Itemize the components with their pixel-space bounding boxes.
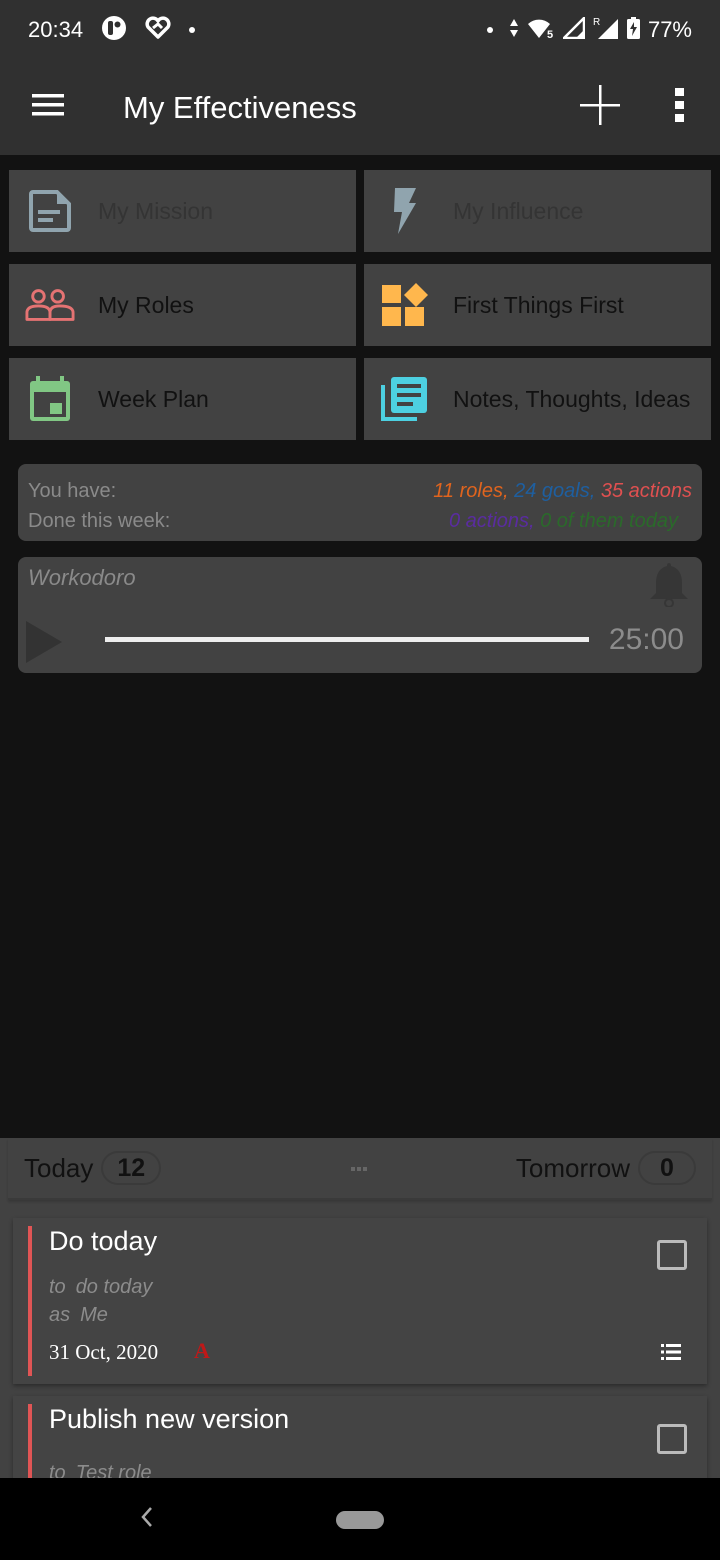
tile-first-things-first[interactable]: First Things First (364, 264, 711, 346)
actions-count[interactable]: 35 actions (601, 480, 692, 502)
task-goal: Test role (75, 1462, 152, 1478)
task-checkbox[interactable] (657, 1424, 687, 1454)
workodoro-title: Workodoro (28, 565, 136, 590)
tab-tomorrow[interactable]: Tomorrow 0 (516, 1151, 696, 1185)
lightning-icon (380, 186, 430, 236)
goals-count[interactable]: 24 goals, (514, 480, 595, 502)
tile-label: My Influence (453, 197, 584, 224)
library-books-icon (380, 374, 430, 424)
drag-handle[interactable] (351, 1167, 367, 1171)
priority-bar (28, 1226, 32, 1376)
back-chevron-icon[interactable] (138, 1504, 154, 1535)
roaming-signal-icon: R (593, 16, 619, 45)
task-priority: A (194, 1338, 210, 1363)
battery-charging-icon (626, 16, 640, 44)
bell-icon[interactable] (648, 561, 690, 612)
task-to: to Test role (49, 1462, 152, 1478)
widgets-icon (380, 280, 430, 330)
heart-icon (145, 15, 171, 45)
dot-icon (486, 27, 493, 33)
stats-card: You have: 11 roles, 24 goals, 35 actions… (18, 464, 702, 541)
app-notification-icon (101, 15, 127, 46)
task-item[interactable]: Publish new version to Test role (13, 1396, 707, 1478)
svg-text:R: R (593, 17, 600, 28)
workodoro-timer: Workodoro 25:00 (18, 557, 702, 673)
plus-icon (580, 85, 620, 130)
tile-week-plan[interactable]: Week Plan (9, 358, 356, 440)
overflow-menu-button[interactable] (640, 60, 720, 155)
hamburger-menu-icon (32, 93, 64, 122)
task-role: Me (80, 1304, 108, 1326)
page-title: My Effectiveness (123, 89, 357, 125)
navigation-tiles: My Mission My Influence My Roles First T… (9, 170, 711, 440)
tile-label: Week Plan (98, 385, 209, 412)
battery-percentage: 77% (647, 17, 692, 42)
done-this-week-label: Done this week: (28, 509, 171, 532)
people-icon (25, 280, 75, 330)
task-checkbox[interactable] (657, 1240, 687, 1270)
task-to: to do today (49, 1276, 153, 1298)
done-actions-count: 0 actions, (448, 509, 535, 532)
status-bar: 20:34 5 R 77% (0, 0, 720, 60)
play-button[interactable] (26, 621, 64, 668)
tomorrow-count-badge: 0 (638, 1151, 696, 1185)
app-bar: My Effectiveness (0, 60, 720, 155)
tile-label: My Roles (98, 291, 194, 318)
data-arrows-icon (509, 18, 519, 43)
tomorrow-label: Tomorrow (515, 1152, 630, 1183)
home-pill-icon[interactable] (336, 1511, 384, 1529)
you-have-label: You have: (28, 479, 117, 502)
tile-label: First Things First (453, 291, 624, 318)
task-title: Publish new version (49, 1404, 290, 1434)
today-count-badge: 12 (101, 1151, 162, 1185)
menu-button[interactable] (0, 60, 96, 155)
signal-icon (560, 14, 586, 44)
tab-today[interactable]: Today 12 (24, 1151, 162, 1185)
task-date: 31 Oct, 2020 (49, 1340, 159, 1364)
more-vert-icon (675, 88, 685, 127)
tile-label: Notes, Thoughts, Ideas (453, 385, 691, 412)
task-as: as Me (49, 1304, 108, 1326)
task-title: Do today (49, 1226, 158, 1256)
add-button[interactable] (560, 60, 640, 155)
you-have-row: You have: 11 roles, 24 goals, 35 actions (28, 476, 692, 506)
list-icon[interactable] (661, 1344, 681, 1365)
done-row: Done this week: 0 actions, 0 of them tod… (28, 506, 692, 536)
document-icon (25, 186, 75, 236)
done-values: 0 actions, 0 of them today (449, 510, 678, 533)
tile-my-roles[interactable]: My Roles (9, 264, 356, 346)
tile-my-influence[interactable]: My Influence (364, 170, 711, 252)
priority-bar (28, 1404, 32, 1478)
sheet-header[interactable]: Today 12 Tomorrow 0 (8, 1138, 712, 1200)
status-time: 20:34 (28, 17, 84, 42)
done-today-count: 0 of them today (540, 509, 678, 532)
timer-time: 25:00 (608, 623, 684, 656)
wifi-icon: 5 (527, 17, 555, 44)
dot-icon (189, 27, 196, 33)
tasks-bottom-sheet: Today 12 Tomorrow 0 Do today to do today … (0, 1138, 720, 1478)
task-item[interactable]: Do today to do today as Me 31 Oct, 2020 A (13, 1218, 707, 1384)
tile-label: My Mission (98, 197, 214, 224)
timer-progress-bar (105, 637, 589, 642)
svg-text:5: 5 (547, 29, 553, 39)
tile-notes-thoughts-ideas[interactable]: Notes, Thoughts, Ideas (364, 358, 711, 440)
today-label: Today (24, 1152, 94, 1183)
task-goal: do today (75, 1276, 153, 1298)
tile-my-mission[interactable]: My Mission (9, 170, 356, 252)
calendar-icon (25, 374, 75, 424)
you-have-values: 11 roles, 24 goals, 35 actions (433, 480, 692, 503)
system-navigation-bar (0, 1478, 720, 1560)
roles-count[interactable]: 11 roles, (433, 480, 508, 502)
